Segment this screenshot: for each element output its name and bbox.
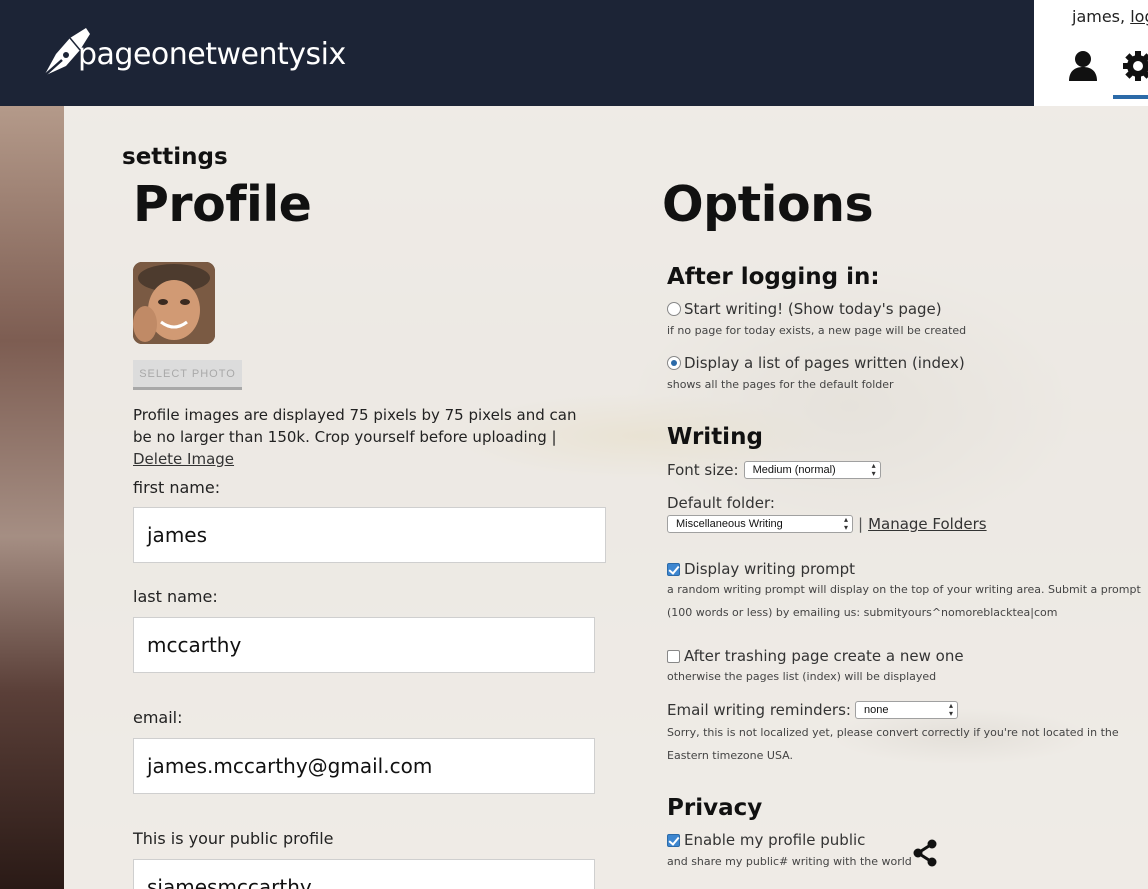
prompt-option[interactable]: Display writing prompt [667,560,855,578]
trash-help: otherwise the pages list (index) will be… [667,670,937,683]
font-size-value: Medium (normal) [752,464,836,476]
reminders-select[interactable]: none ▴ ▾ [854,701,958,719]
display-list-label: Display a list of pages written (index) [684,354,965,372]
select-arrows-icon: ▴ ▾ [843,515,848,532]
section-title: settings [122,144,228,170]
trash-label: After trashing page create a new one [684,647,964,665]
photo-note-text: Profile images are displayed 75 pixels b… [133,406,577,446]
brand-name: pageonetwentysix [78,36,346,72]
reminders-label: Email writing reminders: [667,701,851,719]
prompt-checkbox[interactable] [667,562,680,576]
public-option[interactable]: Enable my profile public [667,831,865,849]
display-list-option[interactable]: Display a list of pages written (index) [667,354,965,372]
first-name-label: first name: [133,478,221,497]
after-login-heading: After logging in: [667,264,880,290]
prompt-label: Display writing prompt [684,560,856,578]
prompt-help-line-2: (100 words or less) by emailing us: subm… [667,606,1058,619]
brand-logo[interactable]: pageonetwentysix [40,24,346,80]
reminders-help-line-2: Eastern timezone USA. [667,749,793,762]
options-heading: Options [662,176,874,233]
prompt-help-line-1: a random writing prompt will display on … [667,583,1141,596]
gear-icon[interactable] [1122,50,1148,82]
font-size-label: Font size: [667,461,739,479]
default-folder-row: Miscellaneous Writing ▴ ▾ | Manage Folder… [667,515,987,533]
display-list-radio[interactable] [667,356,681,370]
trash-option[interactable]: After trashing page create a new one [667,647,964,665]
default-folder-select[interactable]: Miscellaneous Writing ▴ ▾ [667,515,853,533]
font-size-row: Font size: Medium (normal) ▴ ▾ [667,461,881,479]
default-folder-value: Miscellaneous Writing [676,518,783,530]
public-profile-label: This is your public profile [133,829,334,848]
display-list-help: shows all the pages for the default fold… [667,378,894,391]
start-writing-radio[interactable] [667,302,681,316]
font-size-select[interactable]: Medium (normal) ▴ ▾ [743,461,881,479]
trash-checkbox[interactable] [667,649,680,663]
top-header: pageonetwentysix james, logout [0,0,1148,106]
reminders-value: none [863,704,889,716]
delete-image-link[interactable]: Delete Image [133,450,234,468]
start-writing-label: Start writing! (Show today's page) [684,300,942,318]
start-writing-help: if no page for today exists, a new page … [667,324,967,337]
folder-separator: | [858,515,864,533]
default-folder-label: Default folder: [667,494,775,512]
active-tab-indicator [1113,95,1148,99]
public-checkbox[interactable] [667,833,680,847]
last-name-label: last name: [133,587,218,606]
manage-folders-link[interactable]: Manage Folders [868,515,987,533]
last-name-field[interactable]: mccarthy [133,617,595,673]
avatar [133,262,215,344]
public-profile-field[interactable]: sjamesmccarthy [133,859,595,889]
reminders-row: Email writing reminders: none ▴ ▾ [667,701,958,719]
photo-note: Profile images are displayed 75 pixels b… [133,404,593,470]
user-greeting: james, logout [1072,7,1148,26]
public-help: and share my public# writing with the wo… [667,855,912,868]
reminders-help-line-1: Sorry, this is not localized yet, please… [667,726,1119,739]
start-writing-option[interactable]: Start writing! (Show today's page) [667,300,942,318]
profile-heading: Profile [133,176,312,233]
share-icon[interactable] [910,838,940,868]
logout-link[interactable]: logout [1130,7,1148,26]
background-edge [0,106,64,889]
public-label: Enable my profile public [684,831,866,849]
user-name: james, [1072,7,1126,26]
user-menu: james, logout [1034,0,1148,106]
select-arrows-icon: ▴ ▾ [871,461,876,478]
email-label: email: [133,708,183,727]
writing-heading: Writing [667,424,763,450]
first-name-field[interactable]: james [133,507,606,563]
email-field[interactable]: james.mccarthy@gmail.com [133,738,595,794]
select-photo-button[interactable]: SELECT PHOTO [133,360,242,390]
user-icon[interactable] [1068,50,1098,82]
select-arrows-icon: ▴ ▾ [948,701,953,718]
privacy-heading: Privacy [667,795,763,821]
